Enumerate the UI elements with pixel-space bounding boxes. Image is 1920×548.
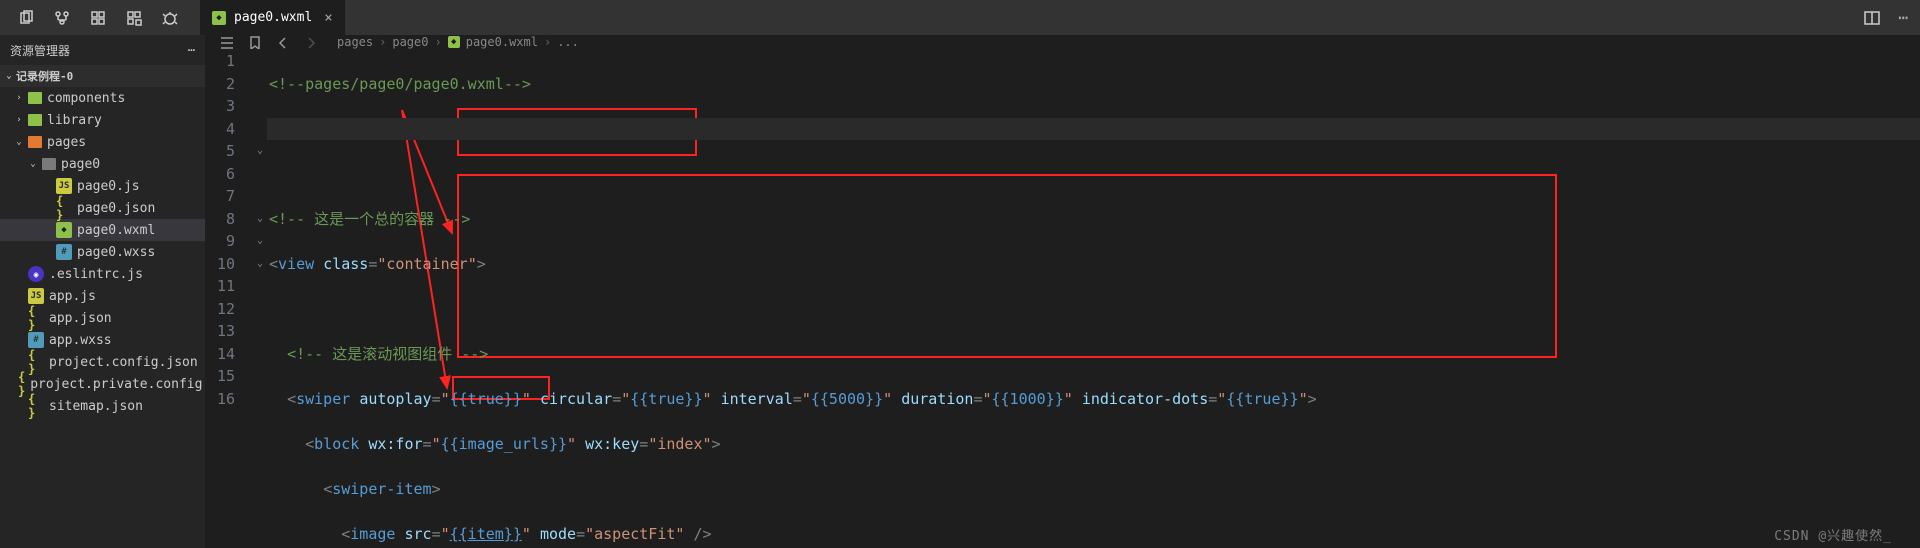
editor-toolbar: pages› page0› ◆ page0.wxml› ...: [205, 35, 1920, 50]
tree-item-app-json[interactable]: { }app.json: [0, 307, 205, 329]
editor: pages› page0› ◆ page0.wxml› ... 12345678…: [205, 35, 1920, 548]
section-header[interactable]: ⌄ 记录例程-0: [0, 65, 205, 87]
titlebar: ◆ page0.wxml × ⋯: [0, 0, 1920, 35]
tree-item-page0-js[interactable]: JSpage0.js: [0, 175, 205, 197]
main: 资源管理器 ⋯ ⌄ 记录例程-0 ›components›library⌄pag…: [0, 35, 1920, 548]
sidebar-title: 资源管理器 ⋯: [0, 35, 205, 65]
breadcrumb[interactable]: pages› page0› ◆ page0.wxml› ...: [337, 35, 579, 49]
tree-item-page0-wxml[interactable]: ◆page0.wxml: [0, 219, 205, 241]
bookmark-icon[interactable]: [247, 35, 261, 49]
copy-icon[interactable]: [18, 10, 34, 26]
tree-item-pages[interactable]: ⌄pages: [0, 131, 205, 153]
branch-icon[interactable]: [54, 10, 70, 26]
tree-item--eslintrc-js[interactable]: ◉.eslintrc.js: [0, 263, 205, 285]
more-icon[interactable]: ⋯: [1898, 8, 1908, 27]
tree-item-page0-json[interactable]: { }page0.json: [0, 197, 205, 219]
file-tree: ›components›library⌄pages⌄page0JSpage0.j…: [0, 87, 205, 417]
extensions-icon[interactable]: [126, 10, 142, 26]
tab-page0-wxml[interactable]: ◆ page0.wxml ×: [200, 0, 345, 35]
close-icon[interactable]: ×: [324, 10, 332, 26]
tree-item-project-config-json[interactable]: { }project.config.json: [0, 351, 205, 373]
sidebar: 资源管理器 ⋯ ⌄ 记录例程-0 ›components›library⌄pag…: [0, 35, 205, 548]
forward-icon[interactable]: [303, 35, 317, 49]
watermark: CSDN @兴趣使然_: [1774, 525, 1892, 544]
bug-icon[interactable]: [162, 10, 178, 26]
back-icon[interactable]: [275, 35, 289, 49]
tree-item-page0[interactable]: ⌄page0: [0, 153, 205, 175]
tree-item-sitemap-json[interactable]: { }sitemap.json: [0, 395, 205, 417]
chevron-down-icon: ⌄: [4, 71, 14, 81]
wxml-file-icon: ◆: [448, 36, 460, 48]
more-icon[interactable]: ⋯: [188, 43, 195, 57]
fold-column: ⌄⌄⌄⌄: [253, 50, 267, 548]
code-area[interactable]: 12345678910111213141516 ⌄⌄⌄⌄ <!--pages/p…: [205, 50, 1920, 548]
wxml-file-icon: ◆: [212, 11, 226, 25]
grid-icon[interactable]: [90, 10, 106, 26]
tree-item-components[interactable]: ›components: [0, 87, 205, 109]
titlebar-right-icons: ⋯: [1852, 8, 1920, 27]
tree-item-library[interactable]: ›library: [0, 109, 205, 131]
tab-label: page0.wxml: [234, 10, 312, 25]
line-numbers: 12345678910111213141516: [205, 50, 253, 548]
titlebar-left-icons: [0, 10, 196, 26]
split-icon[interactable]: [1864, 10, 1880, 26]
code-content[interactable]: <!--pages/page0/page0.wxml--> <!-- 这是一个总…: [267, 50, 1920, 548]
tree-item-page0-wxss[interactable]: #page0.wxss: [0, 241, 205, 263]
list-icon[interactable]: [219, 35, 233, 49]
